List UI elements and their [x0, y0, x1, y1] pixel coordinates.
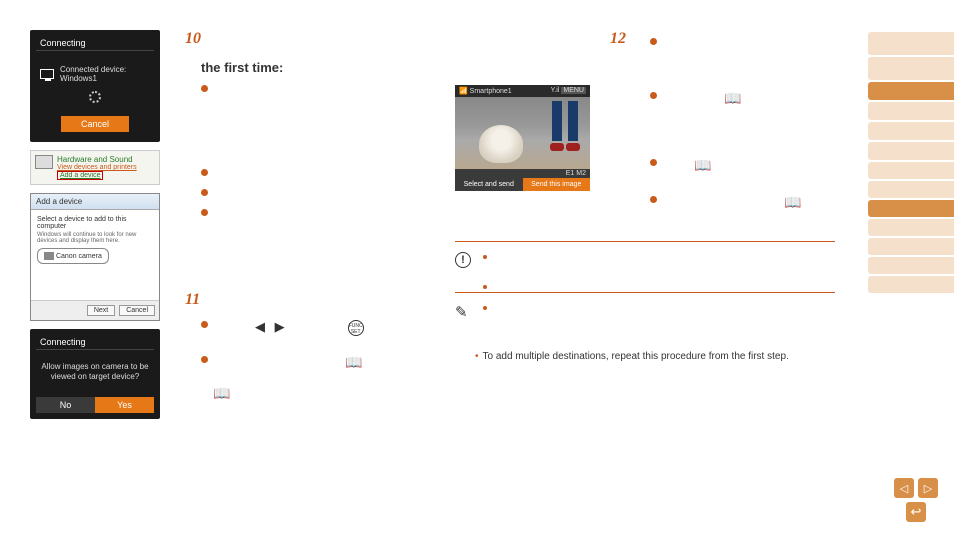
nav-item[interactable] [868, 142, 954, 160]
list-item [201, 187, 435, 201]
pencil-icon: ✎ [455, 303, 473, 321]
divider [455, 292, 835, 293]
book-icon: 📖 [694, 157, 711, 174]
list-item [650, 36, 835, 50]
left-arrow-icon: ◀ [255, 319, 265, 334]
menu-label[interactable]: MENU [561, 87, 586, 94]
select-send-button[interactable]: Select and send [455, 178, 523, 191]
no-button[interactable]: No [36, 397, 95, 413]
nav-item[interactable] [868, 57, 954, 80]
yes-button[interactable]: Yes [95, 397, 154, 413]
prev-page-button[interactable]: ◁ [894, 478, 914, 498]
list-item: ◀ ▶ FUNC SET [201, 319, 435, 336]
next-page-button[interactable]: ▷ [918, 478, 938, 498]
nav-item[interactable] [868, 82, 954, 100]
preview-image [455, 97, 590, 169]
device-label: Connected device: [60, 65, 126, 74]
camera-allow-screen: Connecting Allow images on camera to be … [30, 329, 160, 419]
nav-item[interactable] [868, 238, 954, 255]
dialog-title: Add a device [31, 194, 159, 210]
size-label: E1 M2 [455, 169, 590, 178]
device-name: Windows1 [60, 74, 97, 83]
list-item: 📖 [650, 157, 835, 174]
footnote: •To add multiple destinations, repeat th… [475, 351, 835, 362]
send-this-button[interactable]: Send this image [523, 178, 591, 191]
monitor-icon [40, 69, 54, 79]
hw-link1[interactable]: View devices and printers [57, 164, 137, 171]
step-12-number: 12 [610, 30, 626, 48]
divider [455, 241, 835, 242]
list-item [201, 207, 435, 221]
screen-title: Connecting [36, 36, 154, 51]
target-name: Smartphone1 [470, 88, 512, 95]
nav-item[interactable] [868, 32, 954, 55]
add-device-dialog: Add a device Select a device to add to t… [30, 193, 160, 321]
hw-link2[interactable]: Add a device [60, 172, 100, 179]
nav-item[interactable] [868, 102, 954, 120]
book-icon: 📖 [784, 194, 801, 211]
right-arrow-icon: ▶ [275, 319, 285, 334]
caution-icon: ! [455, 252, 471, 268]
nav-item[interactable] [868, 181, 954, 198]
footnote-text: To add multiple destinations, repeat thi… [483, 351, 789, 362]
allow-msg: Allow images on camera to be viewed on t… [36, 356, 154, 389]
cancel-button[interactable]: Cancel [119, 305, 155, 316]
spinner-icon [89, 91, 101, 103]
next-button[interactable]: Next [87, 305, 115, 316]
nav-item[interactable] [868, 122, 954, 140]
book-icon: 📖 [724, 90, 741, 107]
side-nav [868, 32, 954, 295]
camera-icon [44, 252, 54, 260]
camera-send-screen: 📶 Smartphone1 Y.il MENU E1 M2 Select and… [455, 85, 590, 191]
camera-connecting-screen: Connecting Connected device: Windows1 Ca… [30, 30, 160, 142]
signal-icon: Y.il [551, 87, 560, 94]
device-item[interactable]: Canon camera [37, 248, 109, 264]
device-item-label: Canon camera [56, 253, 102, 260]
nav-item[interactable] [868, 219, 954, 236]
screen-title: Connecting [36, 335, 154, 350]
return-button[interactable]: ↩ [906, 502, 926, 522]
list-item [201, 167, 435, 181]
dialog-hint: Windows will continue to look for new de… [37, 232, 153, 244]
book-icon: 📖 [213, 385, 230, 402]
nav-item[interactable] [868, 276, 954, 293]
nav-item-active[interactable] [868, 200, 954, 217]
wifi-icon: 📶 [459, 88, 468, 95]
step-10-heading: the first time: [201, 60, 435, 75]
printer-icon [35, 155, 53, 169]
step-10-number: 10 [185, 30, 435, 48]
nav-item[interactable] [868, 257, 954, 274]
func-set-icon: FUNC SET [348, 320, 364, 336]
list-item: 📖 [201, 354, 435, 371]
dialog-prompt: Select a device to add to this computer [37, 216, 153, 230]
step-11-number: 11 [185, 291, 435, 309]
hw-title[interactable]: Hardware and Sound [57, 155, 137, 164]
cancel-button[interactable]: Cancel [61, 116, 129, 132]
list-item: 📖 [650, 194, 835, 211]
nav-item[interactable] [868, 162, 954, 179]
book-icon: 📖 [345, 354, 362, 371]
list-item [201, 83, 435, 97]
hardware-sound-panel: Hardware and Sound View devices and prin… [30, 150, 160, 185]
list-item: 📖 [650, 90, 835, 107]
